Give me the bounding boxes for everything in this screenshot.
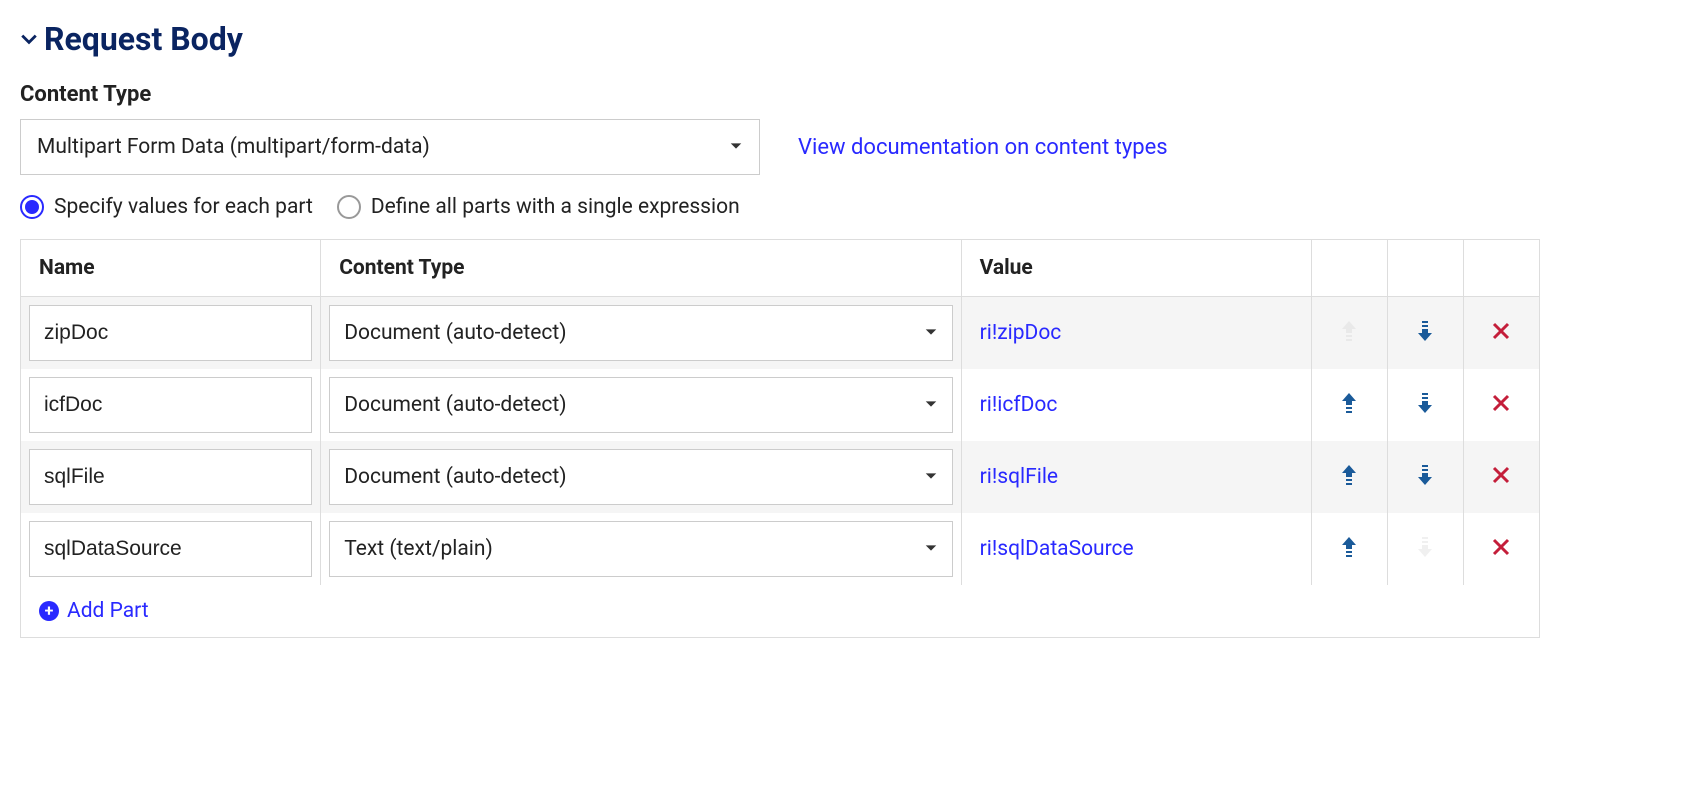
move-down-button[interactable] xyxy=(1396,463,1455,487)
move-up-button xyxy=(1320,319,1379,343)
header-value: Value xyxy=(961,240,1311,297)
radio-single-expression[interactable]: Define all parts with a single expressio… xyxy=(337,195,740,219)
part-name-input[interactable] xyxy=(29,449,312,505)
move-down-button xyxy=(1396,535,1455,559)
chevron-down-icon xyxy=(20,30,38,48)
part-name-input[interactable] xyxy=(29,521,312,577)
caret-down-icon xyxy=(924,324,938,343)
part-content-type-dropdown[interactable]: Document (auto-detect) xyxy=(329,449,952,505)
part-name-input[interactable] xyxy=(29,305,312,361)
section-header[interactable]: Request Body xyxy=(20,20,1678,58)
caret-down-icon xyxy=(729,138,743,157)
table-row: Document (auto-detect) ri!sqlFile xyxy=(21,441,1540,513)
table-row: Text (text/plain) ri!sqlDataSource xyxy=(21,513,1540,585)
radio-selected-icon xyxy=(20,195,44,219)
header-move-down xyxy=(1387,240,1463,297)
radio-unselected-icon xyxy=(337,195,361,219)
add-part-button[interactable]: + Add Part xyxy=(39,599,149,623)
section-title: Request Body xyxy=(44,20,243,58)
move-up-button[interactable] xyxy=(1320,391,1379,415)
part-content-type-dropdown[interactable]: Document (auto-detect) xyxy=(329,377,952,433)
plus-circle-icon: + xyxy=(39,601,59,621)
header-name: Name xyxy=(21,240,321,297)
delete-button[interactable] xyxy=(1472,464,1531,486)
move-up-button[interactable] xyxy=(1320,535,1379,559)
header-content-type: Content Type xyxy=(321,240,961,297)
radio-label: Define all parts with a single expressio… xyxy=(371,195,740,219)
radio-specify-values[interactable]: Specify values for each part xyxy=(20,195,313,219)
caret-down-icon xyxy=(924,396,938,415)
caret-down-icon xyxy=(924,540,938,559)
move-down-button[interactable] xyxy=(1396,319,1455,343)
dropdown-value: Document (auto-detect) xyxy=(344,321,923,345)
part-value-link[interactable]: ri!zipDoc xyxy=(970,321,1062,345)
content-type-dropdown[interactable]: Multipart Form Data (multipart/form-data… xyxy=(20,119,760,175)
dropdown-value: Document (auto-detect) xyxy=(344,393,923,417)
delete-button[interactable] xyxy=(1472,320,1531,342)
table-row: Document (auto-detect) ri!icfDoc xyxy=(21,369,1540,441)
part-name-input[interactable] xyxy=(29,377,312,433)
content-type-row: Multipart Form Data (multipart/form-data… xyxy=(20,119,1678,175)
content-type-value: Multipart Form Data (multipart/form-data… xyxy=(37,135,729,159)
parts-table: Name Content Type Value Document (auto-d… xyxy=(20,239,1540,638)
move-up-button[interactable] xyxy=(1320,463,1379,487)
table-row: Document (auto-detect) ri!zipDoc xyxy=(21,297,1540,370)
add-part-label: Add Part xyxy=(67,599,149,623)
part-content-type-dropdown[interactable]: Document (auto-detect) xyxy=(329,305,952,361)
dropdown-value: Text (text/plain) xyxy=(344,537,923,561)
delete-button[interactable] xyxy=(1472,392,1531,414)
move-down-button[interactable] xyxy=(1396,391,1455,415)
content-type-label: Content Type xyxy=(20,82,1678,107)
caret-down-icon xyxy=(924,468,938,487)
part-value-link[interactable]: ri!icfDoc xyxy=(970,393,1058,417)
dropdown-value: Document (auto-detect) xyxy=(344,465,923,489)
radio-label: Specify values for each part xyxy=(54,195,313,219)
documentation-link[interactable]: View documentation on content types xyxy=(798,135,1168,160)
delete-button[interactable] xyxy=(1472,536,1531,558)
header-move-up xyxy=(1311,240,1387,297)
part-content-type-dropdown[interactable]: Text (text/plain) xyxy=(329,521,952,577)
parts-mode-radio-group: Specify values for each part Define all … xyxy=(20,195,1678,219)
part-value-link[interactable]: ri!sqlDataSource xyxy=(970,537,1134,561)
header-delete xyxy=(1463,240,1539,297)
part-value-link[interactable]: ri!sqlFile xyxy=(970,465,1058,489)
